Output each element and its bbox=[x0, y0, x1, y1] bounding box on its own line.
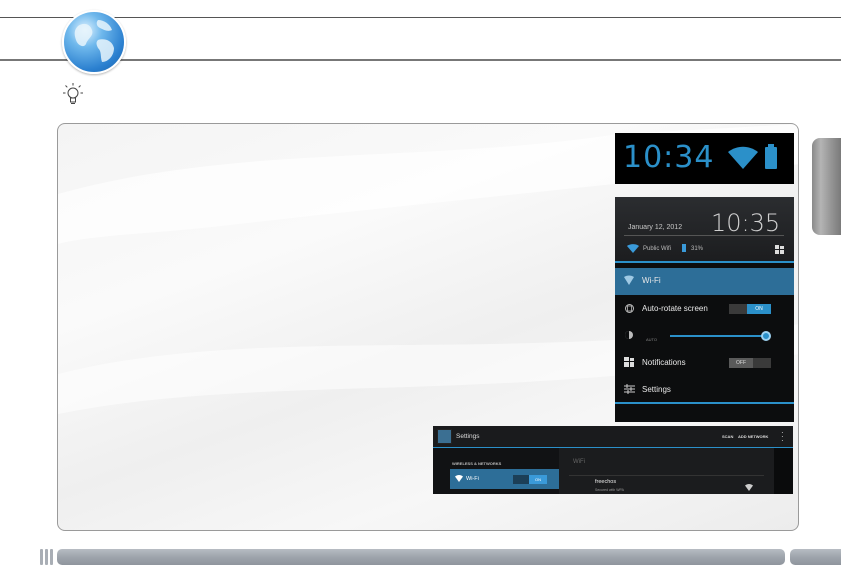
wifi-lock-icon bbox=[745, 484, 753, 491]
notification-date: January 12, 2012 bbox=[628, 224, 683, 231]
quick-setting-wifi[interactable]: Wi-Fi bbox=[615, 268, 794, 295]
brightness-auto-label[interactable]: AUTO bbox=[646, 337, 657, 342]
auto-rotate-label: Auto-rotate screen bbox=[642, 304, 708, 313]
settings-app-icon[interactable] bbox=[437, 429, 452, 444]
header-rule-bottom bbox=[0, 59, 841, 61]
wifi-toggle[interactable]: ON bbox=[513, 475, 547, 484]
manual-page: 10:34 January 12, 2012 10:35 Public Wifi… bbox=[0, 0, 841, 566]
quick-setting-brightness[interactable]: AUTO bbox=[615, 323, 794, 350]
overflow-menu-icon[interactable]: · · · bbox=[781, 429, 784, 445]
quick-settings-icon[interactable] bbox=[775, 245, 785, 254]
settings-screenshot: Settings SCAN ADD NETWORK · · · WIRELESS &… bbox=[433, 426, 793, 494]
notifications-label: Notifications bbox=[642, 358, 686, 367]
toggle-on-label: ON bbox=[747, 304, 771, 314]
wifi-icon bbox=[728, 146, 758, 169]
section-header: WIRELESS & NETWORKS bbox=[452, 461, 502, 466]
settings-action-bar: Settings SCAN ADD NETWORK · · · bbox=[433, 426, 793, 447]
wifi-icon bbox=[624, 275, 634, 285]
settings-item-wifi[interactable]: Wi-Fi ON bbox=[450, 469, 559, 489]
settings-sliders-icon bbox=[624, 384, 635, 394]
auto-rotate-toggle[interactable]: ON bbox=[729, 304, 771, 314]
notifications-icon bbox=[624, 357, 634, 367]
wifi-label: Wi-Fi bbox=[642, 276, 661, 285]
wifi-pane-header: WiFi bbox=[573, 459, 585, 465]
wifi-signal-icon bbox=[627, 244, 639, 253]
battery-small-icon bbox=[682, 244, 686, 252]
wifi-item-label: Wi-Fi bbox=[466, 476, 479, 482]
battery-icon bbox=[765, 144, 777, 169]
status-clock: 10:34 bbox=[623, 140, 715, 175]
network-ssid[interactable]: freechos bbox=[595, 479, 616, 485]
wifi-toggle-on: ON bbox=[529, 475, 547, 484]
wifi-networks-pane: WiFi freechos Secured with WPA bbox=[559, 448, 774, 494]
network-name: Public Wifi bbox=[643, 246, 672, 252]
battery-percent: 31% bbox=[691, 246, 704, 252]
toggle-off-label: OFF bbox=[729, 358, 753, 368]
globe-icon bbox=[62, 10, 126, 74]
scan-button[interactable]: SCAN bbox=[722, 434, 733, 439]
header-rule-top bbox=[0, 17, 841, 18]
lightbulb-icon bbox=[60, 82, 86, 108]
wifi-icon bbox=[455, 475, 463, 482]
notification-clock: 10:35 bbox=[711, 209, 781, 237]
settings-label: Settings bbox=[642, 385, 671, 394]
footer-bar bbox=[57, 549, 785, 565]
quick-setting-settings[interactable]: Settings bbox=[615, 377, 794, 404]
brightness-slider-track[interactable] bbox=[670, 335, 766, 337]
brightness-icon bbox=[625, 331, 633, 339]
notification-panel-screenshot: January 12, 2012 10:35 Public Wifi 31% W… bbox=[615, 197, 794, 422]
footer-stripes bbox=[40, 549, 53, 565]
rotate-icon bbox=[625, 304, 634, 313]
quick-setting-notifications[interactable]: Notifications OFF bbox=[615, 350, 794, 377]
footer-page-tab bbox=[790, 549, 841, 565]
notification-header: January 12, 2012 10:35 Public Wifi 31% bbox=[615, 197, 794, 261]
notifications-toggle[interactable]: OFF bbox=[729, 358, 771, 368]
status-bar-screenshot: 10:34 bbox=[615, 133, 794, 184]
quick-setting-auto-rotate[interactable]: Auto-rotate screen ON bbox=[615, 296, 794, 323]
add-network-button[interactable]: ADD NETWORK bbox=[738, 434, 768, 439]
settings-title: Settings bbox=[456, 433, 480, 440]
network-security: Secured with WPA bbox=[595, 488, 624, 492]
brightness-slider-knob[interactable] bbox=[761, 331, 771, 341]
language-side-tab bbox=[812, 138, 841, 235]
